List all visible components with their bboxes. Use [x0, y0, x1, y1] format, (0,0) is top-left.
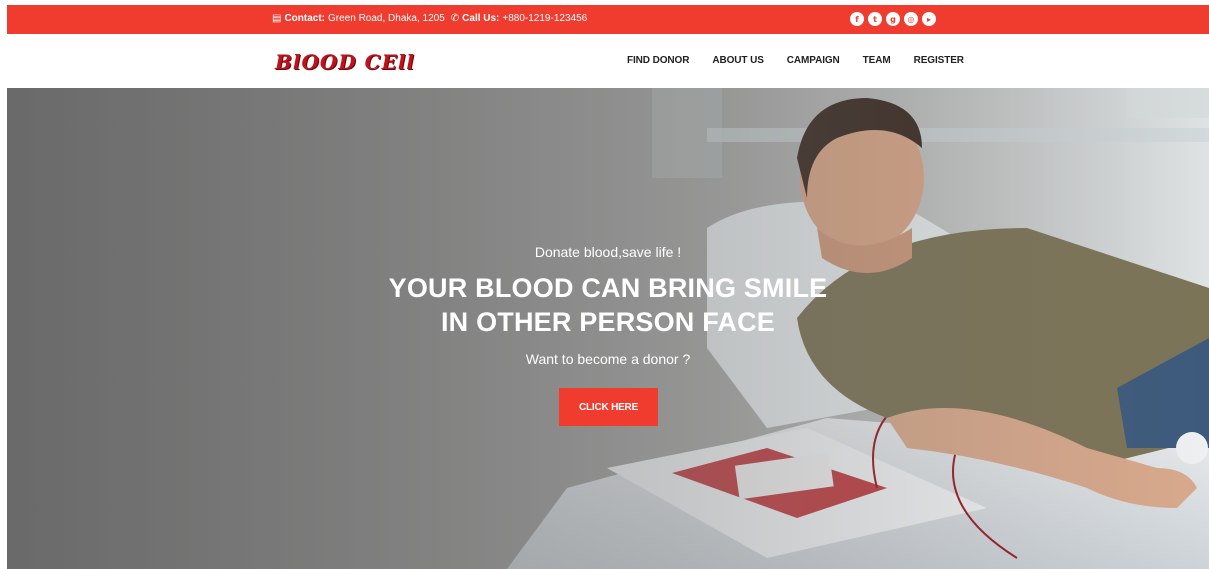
nav-campaign[interactable]: CAMPAIGN [787, 55, 840, 66]
hero-headline: YOUR BLOOD CAN BRING SMILE IN OTHER PERS… [7, 271, 1209, 339]
call-number[interactable]: +880-1219-123456 [502, 13, 587, 24]
instagram-icon[interactable]: ◎ [904, 12, 918, 26]
main-nav: FIND DONOR ABOUT US CAMPAIGN TEAM REGIST… [627, 55, 964, 66]
youtube-icon[interactable]: ▸ [922, 12, 936, 26]
phone-icon: ✆ [450, 13, 460, 24]
main-header: BlOOD CEll FIND DONOR ABOUT US CAMPAIGN … [7, 34, 1209, 88]
call-label: Call Us: [462, 13, 500, 24]
facebook-icon[interactable]: f [850, 12, 864, 26]
nav-find-donor[interactable]: FIND DONOR [627, 55, 689, 66]
contact-address: Green Road, Dhaka, 1205 [328, 13, 445, 24]
contact-info: ▤ Contact: Green Road, Dhaka, 1205 ✆ Cal… [272, 13, 587, 24]
hero-banner: Donate blood,save life ! YOUR BLOOD CAN … [7, 88, 1209, 569]
nav-register[interactable]: REGISTER [914, 55, 964, 66]
nav-team[interactable]: TEAM [863, 55, 891, 66]
site-logo[interactable]: BlOOD CEll [275, 50, 415, 74]
top-contact-bar: ▤ Contact: Green Road, Dhaka, 1205 ✆ Cal… [7, 5, 1209, 34]
hero-headline-line-1: YOUR BLOOD CAN BRING SMILE [388, 273, 828, 303]
twitter-icon[interactable]: t [868, 12, 882, 26]
address-icon: ▤ [272, 13, 282, 24]
contact-label: Contact: [284, 13, 326, 24]
google-plus-icon[interactable]: g [886, 12, 900, 26]
hero-tagline: Donate blood,save life ! [534, 244, 682, 260]
click-here-button[interactable]: CLICK HERE [559, 388, 658, 426]
social-links: f t g ◎ ▸ [850, 12, 936, 26]
hero-question: Want to become a donor ? [525, 351, 691, 367]
hero-headline-line-2: IN OTHER PERSON FACE [440, 307, 776, 337]
nav-about-us[interactable]: ABOUT US [712, 55, 764, 66]
page-frame: ▤ Contact: Green Road, Dhaka, 1205 ✆ Cal… [7, 5, 1209, 569]
hero-content: Donate blood,save life ! YOUR BLOOD CAN … [7, 88, 1209, 569]
